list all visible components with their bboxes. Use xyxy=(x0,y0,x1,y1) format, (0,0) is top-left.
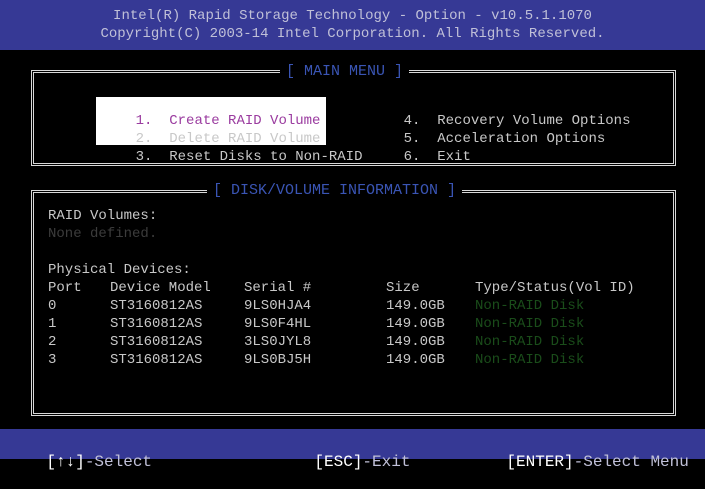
header-title: Intel(R) Rapid Storage Technology - Opti… xyxy=(113,8,592,24)
cell-port: 0 xyxy=(48,298,57,314)
cell-status: Non-RAID Disk xyxy=(475,334,585,350)
column-header-type-status: Type/Status(Vol ID) xyxy=(475,280,635,296)
cell-serial: 9LS0F4HL xyxy=(244,316,312,332)
raid-volumes-value: None defined. xyxy=(48,226,158,242)
disk-info-title: [ DISK/VOLUME INFORMATION ] xyxy=(207,182,463,200)
main-menu-title: [ MAIN MENU ] xyxy=(280,63,410,81)
cell-size: 149.0GB xyxy=(386,298,445,314)
footer-hint-enter: [ENTER]-Select Menu xyxy=(468,435,689,489)
cell-status: Non-RAID Disk xyxy=(475,352,585,368)
cell-size: 149.0GB xyxy=(386,352,445,368)
menu-item-number: 6. xyxy=(403,149,421,165)
raid-volumes-label: RAID Volumes: xyxy=(48,208,158,224)
disk-volume-info-box: [ DISK/VOLUME INFORMATION ] RAID Volumes… xyxy=(31,182,676,416)
cell-status: Non-RAID Disk xyxy=(475,298,585,314)
key-enter: [ENTER] xyxy=(506,453,574,471)
menu-item-exit[interactable]: 6. Exit xyxy=(370,133,471,181)
column-header-port: Port xyxy=(48,280,82,296)
column-header-device-model: Device Model xyxy=(110,280,211,296)
cell-size: 149.0GB xyxy=(386,316,445,332)
cell-status: Non-RAID Disk xyxy=(475,316,585,332)
header-copyright: Copyright(C) 2003-14 Intel Corporation. … xyxy=(100,26,605,42)
cell-model: ST3160812AS xyxy=(110,298,203,314)
cell-size: 149.0GB xyxy=(386,334,445,350)
footer-hint-label: -Select xyxy=(84,453,153,471)
physical-devices-label: Physical Devices: xyxy=(48,262,191,278)
column-header-serial: Serial # xyxy=(244,280,312,296)
key-esc: [ESC] xyxy=(314,453,363,471)
footer-bar: [↑↓]-Select [ESC]-Exit [ENTER]-Select Me… xyxy=(0,429,705,471)
cell-serial: 9LS0BJ5H xyxy=(244,352,312,368)
header-bar: Intel(R) Rapid Storage Technology - Opti… xyxy=(0,0,705,50)
cell-port: 3 xyxy=(48,352,57,368)
cell-port: 2 xyxy=(48,334,57,350)
menu-item-number: 3. xyxy=(135,149,153,165)
menu-item-label: Exit xyxy=(437,149,471,165)
main-menu-box: [ MAIN MENU ] 1. Create RAID Volume 2. D… xyxy=(31,63,676,166)
footer-hint-label: -Exit xyxy=(362,453,411,471)
key-arrows: [↑↓] xyxy=(46,453,85,471)
menu-item-reset-disks[interactable]: 3. Reset Disks to Non-RAID xyxy=(102,133,363,181)
cell-port: 1 xyxy=(48,316,57,332)
column-header-size: Size xyxy=(386,280,420,296)
footer-hint-label: -Select Menu xyxy=(573,453,689,471)
cell-model: ST3160812AS xyxy=(110,316,203,332)
footer-hint-select: [↑↓]-Select xyxy=(8,435,152,489)
cell-serial: 3LS0JYL8 xyxy=(244,334,312,350)
cell-serial: 9LS0HJA4 xyxy=(244,298,312,314)
menu-item-label: Reset Disks to Non-RAID xyxy=(169,149,363,165)
cell-model: ST3160812AS xyxy=(110,352,203,368)
cell-model: ST3160812AS xyxy=(110,334,203,350)
footer-hint-exit: [ESC]-Exit xyxy=(276,435,410,489)
